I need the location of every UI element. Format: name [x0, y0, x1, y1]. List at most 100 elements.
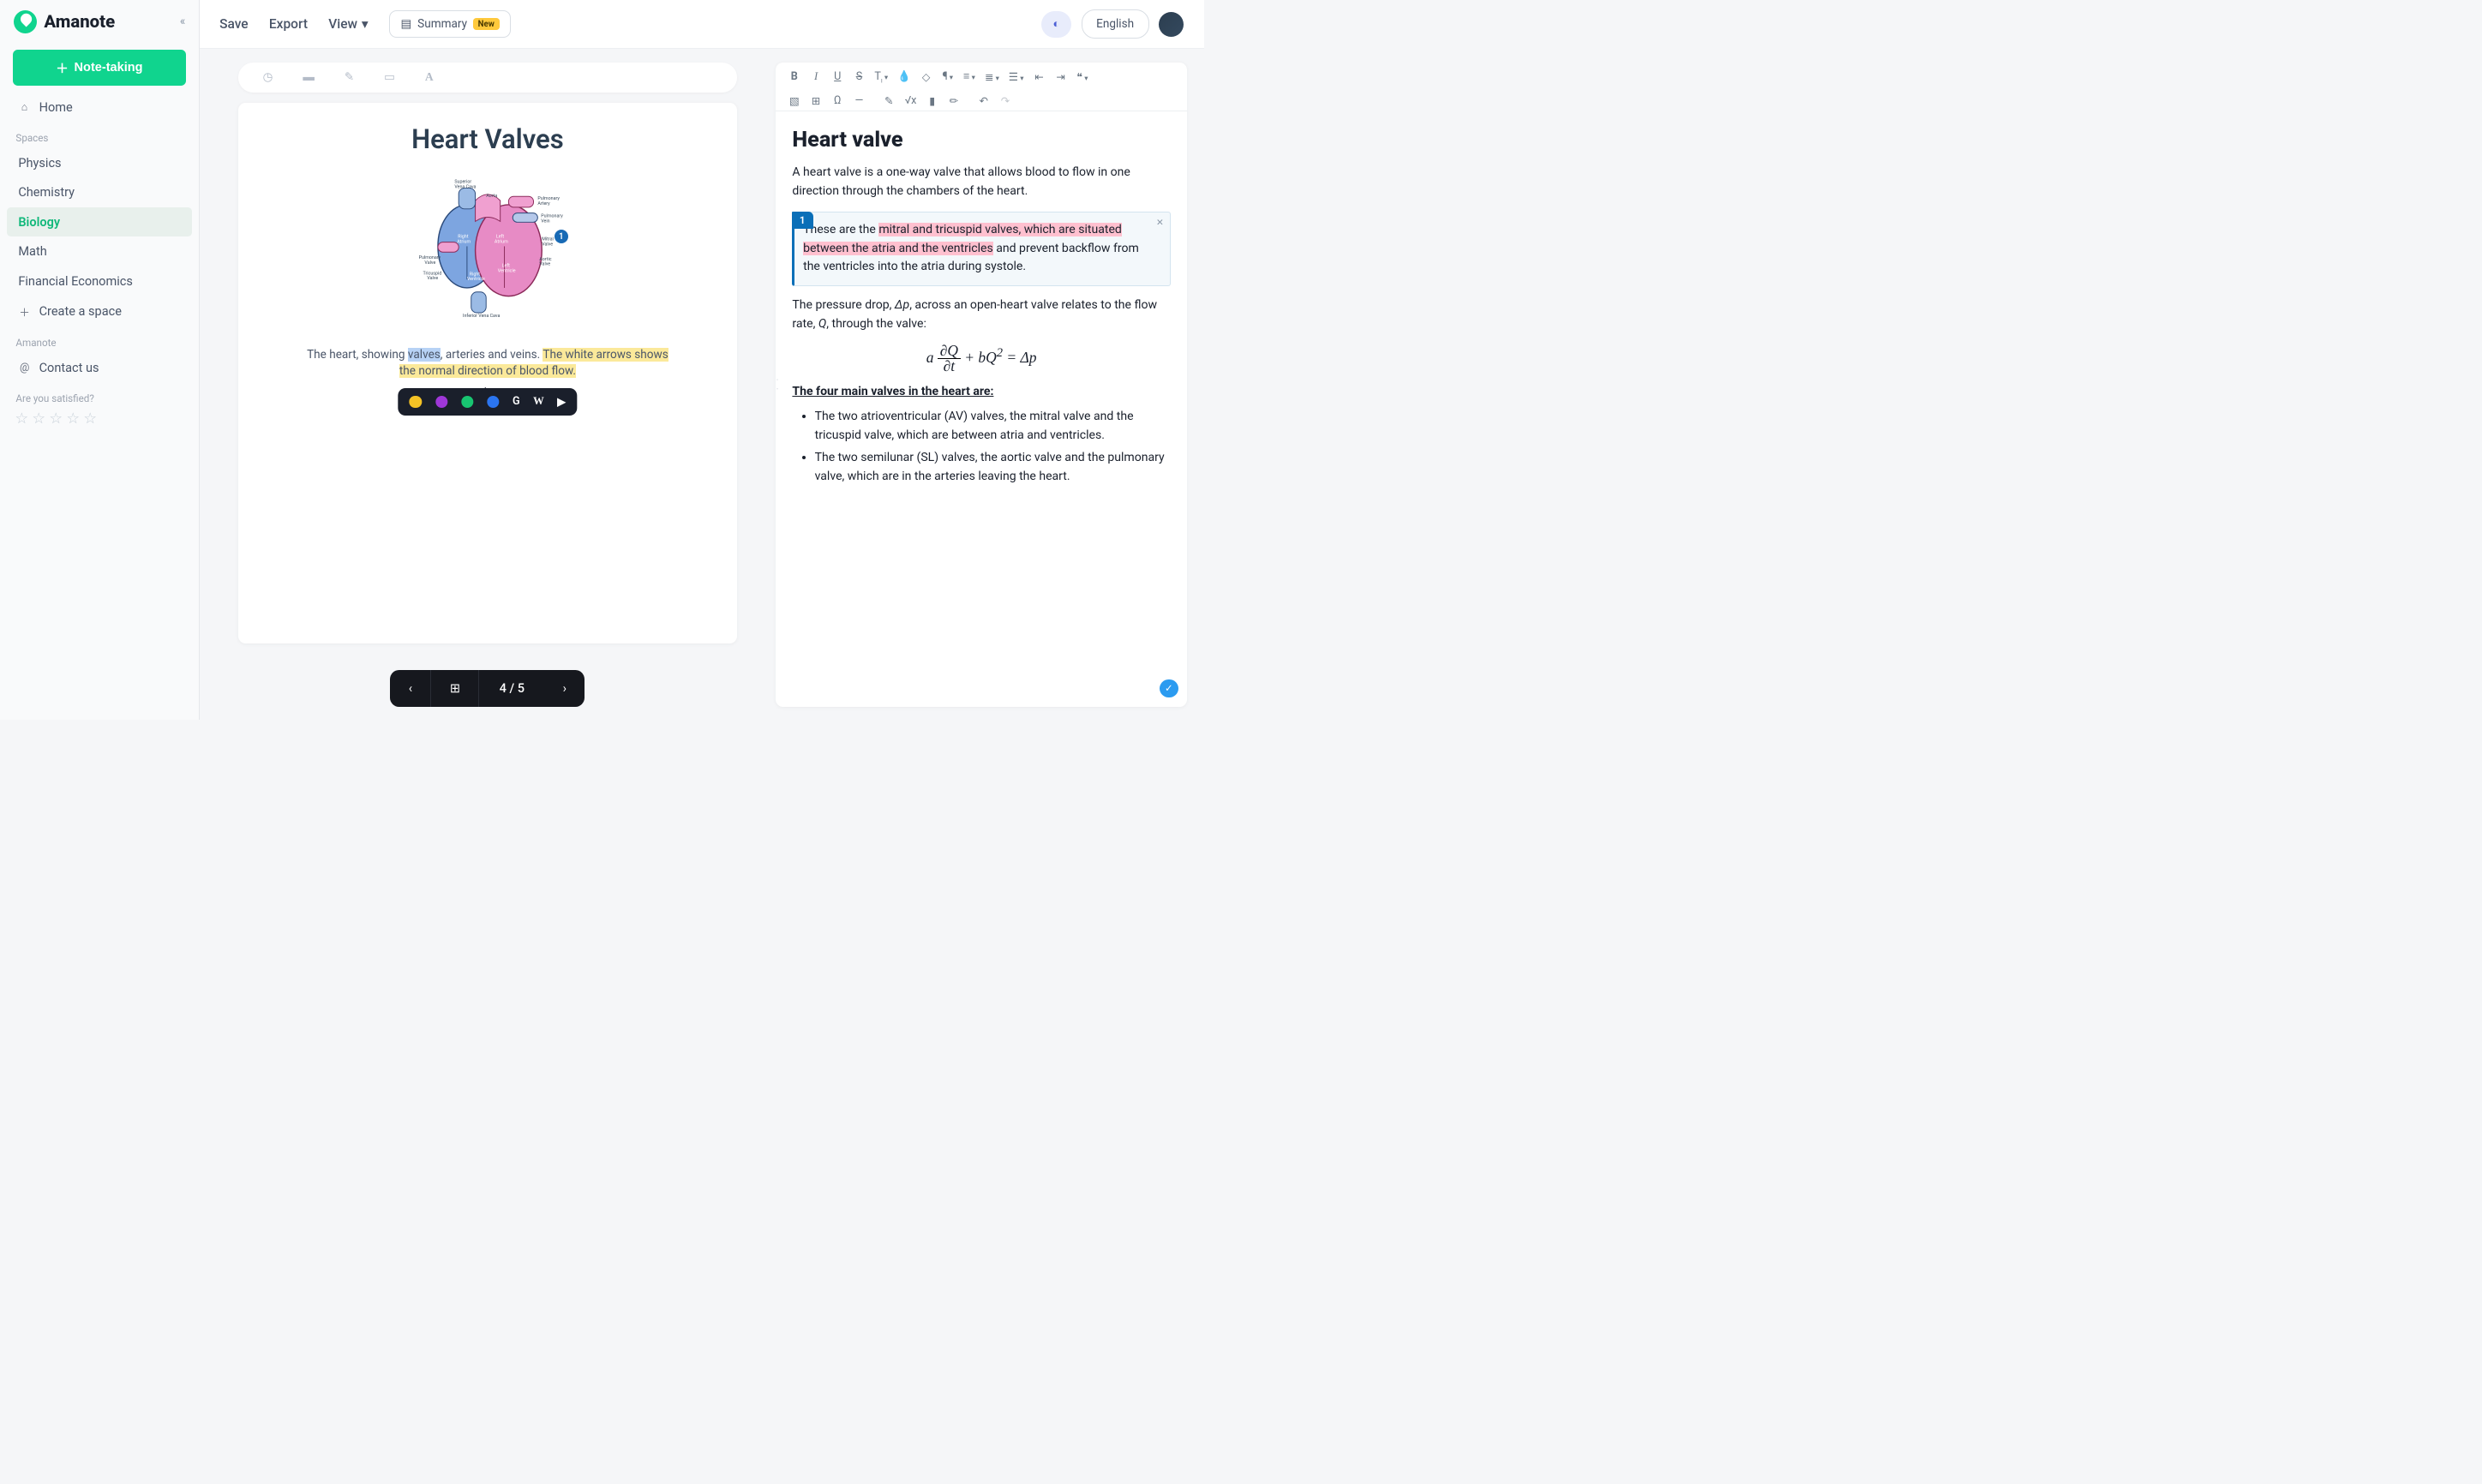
list-item: The two semilunar (SL) valves, the aorti… [815, 449, 1171, 487]
youtube-icon[interactable]: ▶ [557, 395, 566, 409]
chevron-down-icon: ▾ [362, 16, 369, 32]
note-taking-button[interactable]: ＋ Note-taking [13, 50, 187, 86]
spaces-header: Spaces [0, 123, 199, 148]
strikethrough-button[interactable]: S [853, 70, 866, 85]
plus-icon: ＋ [18, 303, 31, 320]
image-button[interactable]: ▧ [788, 94, 801, 108]
prev-page-button[interactable]: ‹ [390, 670, 431, 706]
note-icon[interactable]: ▭ [384, 70, 395, 84]
brand-name: Amanote [44, 11, 115, 32]
indent-button[interactable]: ⇥ [1054, 70, 1067, 85]
at-icon: @ [18, 362, 31, 374]
sync-status-icon[interactable]: ✓ [1160, 679, 1178, 697]
pressure-paragraph: The pressure drop, Δp, across an open-he… [792, 296, 1170, 334]
export-button[interactable]: Export [269, 16, 308, 32]
save-button[interactable]: Save [219, 16, 249, 32]
close-citation-icon[interactable]: ✕ [1156, 216, 1164, 230]
symbol-button[interactable]: Ω [831, 94, 844, 108]
svg-text:Vein: Vein [541, 219, 549, 224]
google-search-icon[interactable]: G [513, 395, 520, 408]
quote-dropdown[interactable]: ❝ [1076, 70, 1089, 85]
tag-button[interactable]: ▮ [926, 94, 938, 108]
document-page: Heart Valves [238, 103, 738, 644]
svg-text:Pulmonary: Pulmonary [418, 255, 441, 260]
italic-button[interactable]: I [810, 70, 823, 85]
clock-icon[interactable]: ◷ [263, 70, 273, 84]
clear-format-button[interactable]: ◇ [920, 70, 932, 85]
language-button[interactable]: English [1082, 9, 1149, 39]
home-label: Home [39, 100, 73, 115]
underline-button[interactable]: U [831, 70, 844, 85]
unordered-list-dropdown[interactable]: ☰ [1009, 70, 1024, 85]
document-title: Heart Valves [411, 123, 564, 155]
highlight-yellow-button[interactable] [410, 396, 423, 409]
svg-text:Aorta: Aorta [486, 194, 497, 199]
font-size-dropdown[interactable]: TI [874, 70, 888, 85]
resize-handle[interactable]: ⋮⋮ [776, 375, 778, 393]
table-button[interactable]: ⊞ [810, 94, 823, 108]
selection-tooltip: G W ▶ [398, 388, 577, 416]
sidebar-item-financial-economics[interactable]: Financial Economics [0, 266, 199, 296]
app-logo [14, 10, 37, 33]
sidebar: Amanote « ＋ Note-taking ⌂ Home Spaces Ph… [0, 0, 200, 720]
highlight-green-button[interactable] [461, 396, 474, 409]
new-badge: New [473, 18, 500, 30]
editor-body[interactable]: Heart valve A heart valve is a one-way v… [776, 111, 1187, 706]
page-navigator: ‹ ⊞ 4 / 5 › [390, 670, 585, 706]
text-icon[interactable]: A [425, 70, 434, 84]
grid-view-button[interactable]: ⊞ [431, 670, 479, 706]
pencil-icon[interactable]: ✎ [345, 70, 354, 84]
divider-button[interactable]: — [853, 94, 866, 108]
summary-button[interactable]: ▤ Summary New [389, 10, 511, 38]
sidebar-item-biology[interactable]: Biology [7, 207, 192, 236]
sidebar-item-math[interactable]: Math [0, 236, 199, 266]
fill-color-button[interactable]: 💧 [897, 70, 911, 85]
highlighter-button[interactable]: ✎ [883, 94, 896, 108]
bold-button[interactable]: B [788, 70, 801, 85]
svg-text:Vena Cava: Vena Cava [454, 185, 476, 190]
svg-text:Valve: Valve [427, 276, 438, 281]
highlight-yellow: The white arrows shows [543, 348, 668, 362]
paragraph-dropdown[interactable]: ¶ [942, 70, 955, 85]
user-avatar[interactable] [1159, 12, 1184, 37]
document-toolbar: ◷ ▬ ✎ ▭ A [238, 63, 738, 93]
svg-text:Pulmonary: Pulmonary [537, 196, 560, 201]
pen-button[interactable]: ✏ [948, 94, 961, 108]
sidebar-item-physics[interactable]: Physics [0, 148, 199, 177]
theme-toggle[interactable]: ◐ [1041, 11, 1071, 38]
sidebar-item-chemistry[interactable]: Chemistry [0, 178, 199, 207]
note-taking-label: Note-taking [75, 61, 143, 75]
heart-diagram: Superior Vena Cava Aorta Pulmonary Arter… [409, 176, 567, 317]
sidebar-item-contact[interactable]: @ Contact us [0, 353, 199, 382]
plus-icon: ＋ [56, 59, 69, 77]
document-caption: The heart, showing valves, arteries and … [307, 347, 668, 380]
svg-text:Ventricle: Ventricle [467, 277, 485, 282]
outdent-button[interactable]: ⇤ [1033, 70, 1046, 85]
svg-text:Valve: Valve [542, 242, 553, 248]
svg-text:Ventricle: Ventricle [498, 269, 516, 274]
document-pane: ◷ ▬ ✎ ▭ A Heart Valves [216, 63, 758, 707]
highlight-purple-button[interactable] [435, 396, 448, 409]
collapse-sidebar-icon[interactable]: « [180, 15, 185, 28]
editor-toolbar: B I U S TI 💧 ◇ ¶ ≡ ≣ ☰ ⇤ ⇥ ❝ ▧ ⊞ [776, 63, 1187, 112]
ordered-list-dropdown[interactable]: ≣ [985, 70, 999, 85]
list-item: The two atrioventricular (AV) valves, th… [815, 408, 1171, 446]
moon-icon: ◐ [1052, 17, 1059, 31]
home-icon: ⌂ [18, 101, 31, 114]
svg-text:Inferior Vena Cava: Inferior Vena Cava [463, 313, 500, 317]
view-dropdown[interactable]: View ▾ [328, 16, 368, 32]
undo-button[interactable]: ↶ [978, 94, 991, 108]
redo-button[interactable]: ↷ [999, 94, 1012, 108]
align-dropdown[interactable]: ≡ [963, 70, 976, 85]
rating-stars[interactable]: ☆ ☆ ☆ ☆ ☆ [0, 409, 199, 429]
next-page-button[interactable]: › [544, 670, 585, 706]
highlight-blue-button[interactable] [487, 396, 500, 409]
wikipedia-icon[interactable]: W [533, 395, 544, 408]
svg-text:Superior: Superior [454, 180, 471, 185]
equation-button[interactable]: √x [904, 94, 917, 108]
presentation-icon[interactable]: ▬ [303, 70, 315, 84]
create-space-button[interactable]: ＋ Create a space [0, 296, 199, 326]
svg-text:Artery: Artery [537, 201, 550, 206]
svg-text:Left: Left [501, 263, 510, 269]
sidebar-item-home[interactable]: ⌂ Home [0, 93, 199, 122]
